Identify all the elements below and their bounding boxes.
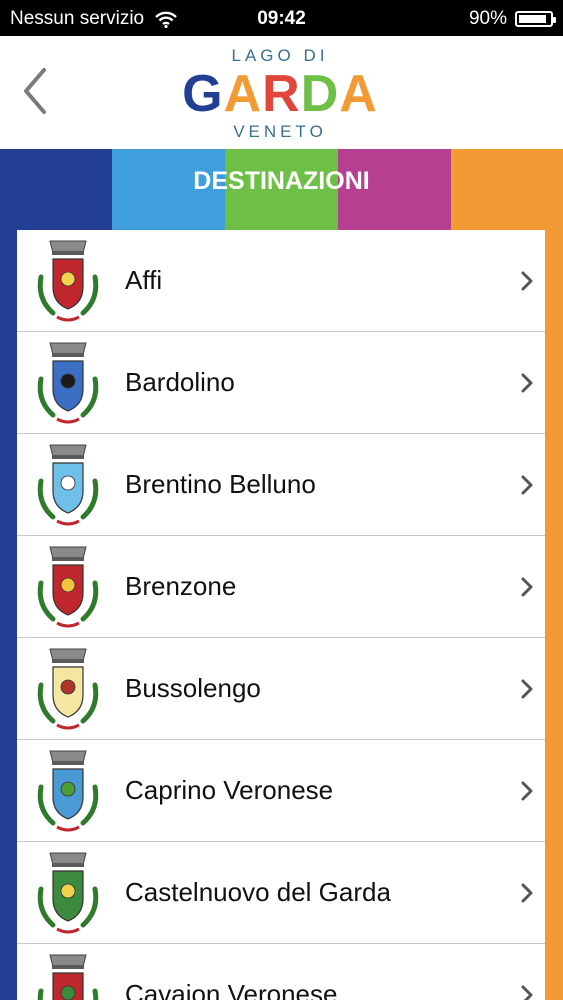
logo-bottom-text: VENETO [233,122,327,141]
chevron-right-icon [521,475,533,494]
chevron-right-icon [521,781,533,800]
list-item[interactable]: Cavaion Veronese [17,944,545,1000]
list-item[interactable]: Bussolengo [17,638,545,740]
logo-top-text: LAGO DI [231,46,329,65]
list-item[interactable]: Affi [17,230,545,332]
coat-of-arms-icon [37,750,99,831]
destinations-list[interactable]: Affi Bardolino Brentino Belluno Brenzone Bus… [17,230,545,1000]
list-item[interactable]: Brentino Belluno [17,434,545,536]
battery-percent: 90% [468,8,507,29]
destination-name: Castelnuovo del Garda [125,877,391,907]
lago-di-garda-logo: LAGO DI GARDA VENETO [165,46,395,142]
logo-letter: A [339,65,378,123]
navigation-bar: LAGO DI GARDA VENETO [0,36,563,149]
status-bar: Nessun servizio 09:42 90% [0,0,563,36]
page-title: DESTINAZIONI [193,167,370,195]
chevron-right-icon [521,985,533,1000]
destination-name: Bussolengo [125,673,261,703]
chevron-right-icon [521,577,533,596]
destination-name: Brenzone [125,571,237,601]
logo-letter: A [223,65,263,123]
logo-letter: R [262,65,301,123]
chevron-right-icon [521,271,533,290]
chevron-right-icon [521,373,533,392]
list-item[interactable]: Bardolino [17,332,545,434]
logo-letter: G [182,65,224,123]
coat-of-arms-icon [37,240,99,321]
destination-name: Caprino Veronese [125,775,334,805]
chevron-right-icon [521,679,533,698]
destination-name: Bardolino [125,367,235,397]
logo-letter: D [300,65,340,123]
coat-of-arms-icon [37,546,99,627]
battery-fill [519,15,546,23]
coat-of-arms-icon [37,342,99,423]
chevron-left-icon [24,68,46,114]
battery-icon [515,11,556,27]
chevron-right-icon [521,883,533,902]
list-item[interactable]: Brenzone [17,536,545,638]
destination-name: Cavaion Veronese [125,979,338,1000]
destination-name: Brentino Belluno [125,469,316,499]
coat-of-arms-icon [37,444,99,525]
coat-of-arms-icon [37,648,99,729]
list-item[interactable]: Caprino Veronese [17,740,545,842]
logo-main-text: GARDA [165,66,395,122]
coat-of-arms-icon [37,954,99,1000]
list-item[interactable]: Castelnuovo del Garda [17,842,545,944]
back-button[interactable] [18,66,50,116]
status-right: 90% [468,8,556,30]
destination-name: Affi [125,265,163,295]
coat-of-arms-icon [37,852,99,933]
